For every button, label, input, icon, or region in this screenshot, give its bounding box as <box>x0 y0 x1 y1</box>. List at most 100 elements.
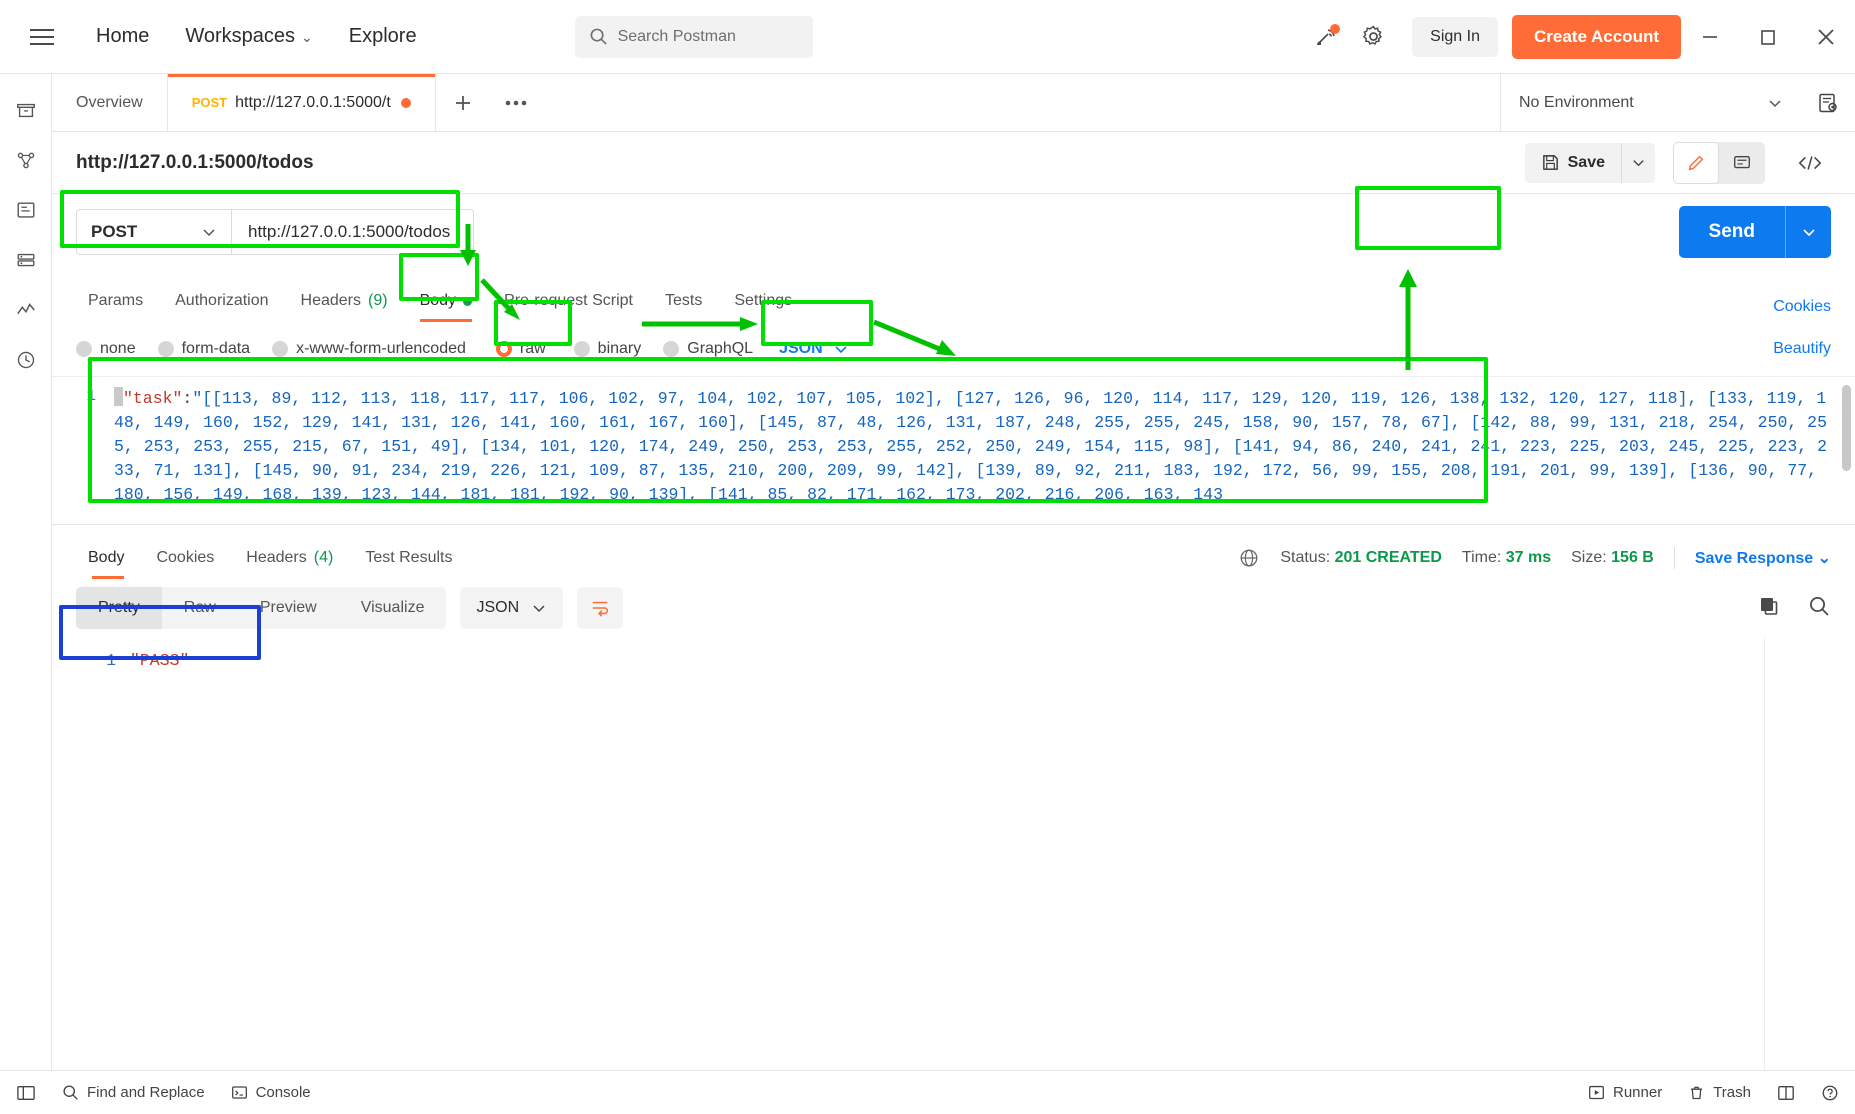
create-account-button[interactable]: Create Account <box>1511 14 1681 59</box>
nav-explore[interactable]: Explore <box>331 25 435 48</box>
environment-quick-look-icon[interactable] <box>1801 74 1855 131</box>
body-format-value: JSON <box>779 340 823 357</box>
tab-overview[interactable]: Overview <box>52 74 168 131</box>
response-format-value: JSON <box>476 599 520 616</box>
body-type-none[interactable]: none <box>76 340 136 358</box>
editor-content[interactable]: "task":"[[113, 89, 112, 113, 118, 117, 1… <box>108 377 1855 524</box>
tab-options-button[interactable] <box>490 74 542 131</box>
radio-none-icon <box>76 341 92 357</box>
send-options-button[interactable] <box>1785 206 1831 258</box>
search-input[interactable]: Search Postman <box>574 15 813 58</box>
tab-request-label: http://127.0.0.1:5000/t <box>235 93 391 111</box>
header-actions: Sign In Create Account <box>1304 0 1855 74</box>
tab-body[interactable]: Body <box>404 292 488 322</box>
editor-scrollbar[interactable] <box>1842 385 1851 471</box>
body-type-urlencoded[interactable]: x-www-form-urlencoded <box>272 340 466 358</box>
save-response-button[interactable]: Save Response ⌄ <box>1695 548 1831 568</box>
body-type-graphql[interactable]: GraphQL <box>663 340 753 358</box>
history-icon[interactable] <box>6 338 46 382</box>
hamburger-icon[interactable] <box>20 15 64 59</box>
send-group: Send <box>1678 206 1831 258</box>
url-input[interactable]: http://127.0.0.1:5000/todos <box>232 210 473 254</box>
window-close-button[interactable] <box>1797 0 1855 74</box>
pencil-icon[interactable] <box>1673 141 1719 184</box>
beautify-link[interactable]: Beautify <box>1773 340 1831 358</box>
collections-icon[interactable] <box>6 88 46 132</box>
runner-button[interactable]: Runner <box>1588 1084 1662 1101</box>
invite-icon[interactable] <box>1304 14 1350 60</box>
trash-button[interactable]: Trash <box>1688 1084 1751 1101</box>
find-and-replace-button[interactable]: Find and Replace <box>62 1084 205 1101</box>
gear-icon[interactable] <box>1350 14 1396 60</box>
tab-authorization[interactable]: Authorization <box>159 292 284 322</box>
trash-label: Trash <box>1713 1084 1751 1101</box>
environment-selector[interactable]: No Environment <box>1501 74 1801 131</box>
help-icon[interactable] <box>1821 1084 1839 1102</box>
comment-icon[interactable] <box>1719 142 1765 184</box>
mock-servers-icon[interactable] <box>6 238 46 282</box>
response-tab-cookies[interactable]: Cookies <box>140 549 230 579</box>
view-visualize[interactable]: Visualize <box>339 587 447 629</box>
tab-overview-label: Overview <box>76 93 143 111</box>
request-section-tabs: Params Authorization Headers (9) Body Pr… <box>52 270 1855 322</box>
postman-window: Home Workspaces ⌄ Explore Search Postman … <box>0 0 1855 1114</box>
toggle-sidebar-icon[interactable] <box>16 1084 36 1102</box>
new-tab-button[interactable] <box>436 74 490 131</box>
body-type-raw[interactable]: raw <box>495 340 546 358</box>
view-visualize-label: Visualize <box>360 599 425 616</box>
tab-settings[interactable]: Settings <box>718 292 808 322</box>
save-response-label: Save Response <box>1694 550 1814 567</box>
cookies-link[interactable]: Cookies <box>1773 298 1831 316</box>
tab-pre-request-script[interactable]: Pre-request Script <box>488 292 649 322</box>
chevron-down-icon <box>1769 99 1781 107</box>
response-tab-body[interactable]: Body <box>76 549 140 579</box>
response-code-line: 1 "PASS" <box>76 637 1831 670</box>
window-minimize-button[interactable] <box>1681 0 1739 74</box>
status-value: 201 CREATED <box>1334 549 1442 566</box>
search-icon[interactable] <box>1807 594 1831 623</box>
save-options-button[interactable] <box>1621 142 1655 183</box>
status-bar: Find and Replace Console Runner Trash <box>0 1070 1855 1114</box>
radio-urlencoded-icon <box>272 341 289 357</box>
view-raw[interactable]: Raw <box>162 587 238 629</box>
response-tab-body-label: Body <box>88 549 125 566</box>
meta-separator <box>1673 547 1675 569</box>
wrap-lines-icon[interactable] <box>577 587 624 629</box>
response-tab-test-results[interactable]: Test Results <box>349 549 468 579</box>
send-button[interactable]: Send <box>1678 206 1785 258</box>
chevron-down-icon <box>203 229 215 237</box>
console-button[interactable]: Console <box>231 1084 311 1101</box>
view-preview[interactable]: Preview <box>238 587 339 629</box>
body-type-form-data[interactable]: form-data <box>157 340 250 358</box>
view-pretty[interactable]: Pretty <box>76 587 162 629</box>
nav-workspaces[interactable]: Workspaces ⌄ <box>167 25 330 48</box>
window-maximize-button[interactable] <box>1739 0 1797 74</box>
tab-headers[interactable]: Headers (9) <box>285 292 404 322</box>
monitors-icon[interactable] <box>6 288 46 332</box>
response-format-select[interactable]: JSON <box>460 587 564 629</box>
two-pane-icon[interactable] <box>1777 1084 1795 1102</box>
apis-icon[interactable] <box>6 138 46 182</box>
body-format-select[interactable]: JSON <box>779 340 849 358</box>
method-url-group: POST http://127.0.0.1:5000/todos <box>76 209 474 255</box>
request-title-actions: Save <box>1524 141 1837 184</box>
http-method-value: POST <box>91 222 138 241</box>
body-type-binary[interactable]: binary <box>573 340 641 358</box>
save-button[interactable]: Save <box>1524 142 1621 183</box>
response-tab-cookies-label: Cookies <box>156 549 215 566</box>
response-tab-headers[interactable]: Headers (4) <box>230 549 349 579</box>
http-method-select[interactable]: POST <box>77 210 232 254</box>
tab-authorization-label: Authorization <box>175 292 269 309</box>
request-tab-bar: Overview POST http://127.0.0.1:5000/t No… <box>52 74 1855 132</box>
request-body-editor[interactable]: 1 "task":"[[113, 89, 112, 113, 118, 117,… <box>52 376 1855 524</box>
tab-request-post[interactable]: POST http://127.0.0.1:5000/t <box>167 74 436 131</box>
terminal-icon <box>231 1086 247 1099</box>
code-snippet-icon[interactable] <box>1783 142 1837 184</box>
copy-icon[interactable] <box>1757 594 1781 623</box>
nav-home[interactable]: Home <box>78 25 167 48</box>
tab-tests[interactable]: Tests <box>649 292 718 322</box>
environments-icon[interactable] <box>6 188 46 232</box>
sign-in-button[interactable]: Sign In <box>1412 16 1498 57</box>
view-mode-toggle <box>1673 141 1765 184</box>
tab-params[interactable]: Params <box>76 292 159 322</box>
